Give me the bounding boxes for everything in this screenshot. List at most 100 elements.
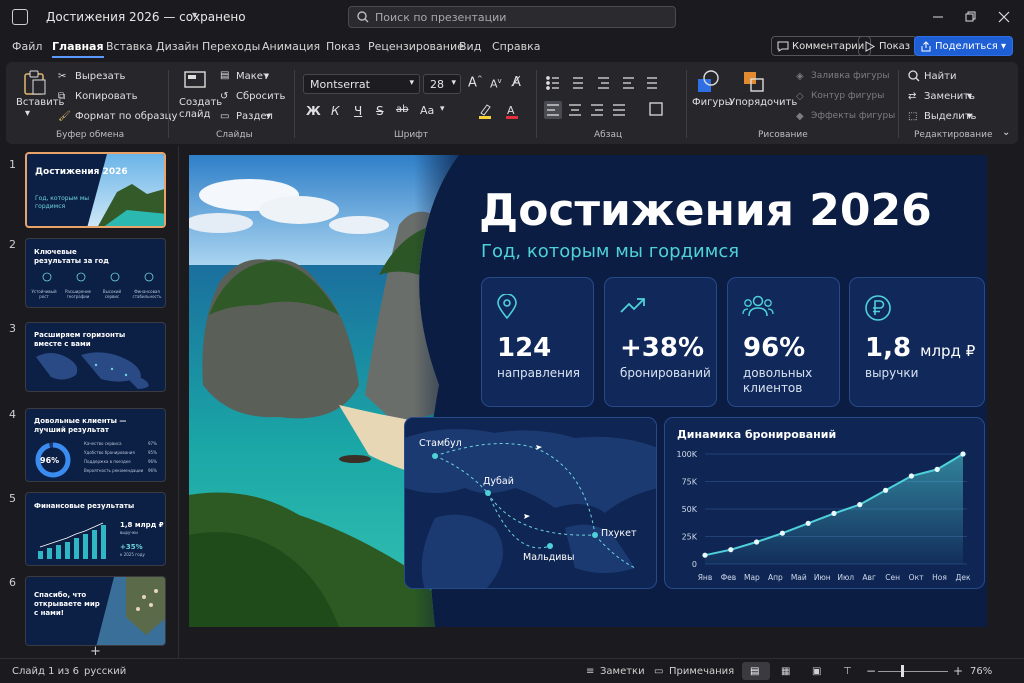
zoom-slider-handle[interactable] bbox=[901, 665, 904, 677]
find-icon bbox=[908, 70, 920, 82]
cut-button[interactable]: Вырезать bbox=[75, 71, 125, 82]
font-color-icon[interactable]: A bbox=[505, 103, 519, 119]
slide-subtitle[interactable]: Год, которым мы гордимся bbox=[481, 241, 739, 262]
stat-value: 124 bbox=[497, 333, 552, 363]
menu-design[interactable]: Дизайн bbox=[156, 40, 199, 53]
paste-icon[interactable] bbox=[22, 70, 48, 96]
close-icon[interactable] bbox=[996, 9, 1012, 25]
search-input[interactable]: Поиск по презентации bbox=[348, 6, 676, 28]
minimize-icon[interactable] bbox=[930, 9, 946, 25]
strikethrough-button[interactable]: S bbox=[376, 104, 384, 118]
change-case-button[interactable]: Aa bbox=[420, 104, 434, 117]
thumb-donut-value: 96% bbox=[40, 456, 60, 465]
thumb-row-label: Поддержка в поездке bbox=[84, 459, 131, 464]
shape-fill-button[interactable]: Заливка фигуры bbox=[811, 71, 889, 81]
menu-home[interactable]: Главная bbox=[52, 40, 104, 58]
menu-help[interactable]: Справка bbox=[492, 40, 540, 53]
italic-button[interactable]: К bbox=[331, 104, 340, 118]
thumbnail-slide-2[interactable]: Ключевые результаты за год Устойчивый ро… bbox=[25, 238, 166, 308]
zoom-out-button[interactable]: − bbox=[866, 664, 876, 678]
share-button[interactable]: Поделиться ▾ bbox=[914, 36, 1014, 56]
comments-status-button[interactable]: Примечания bbox=[669, 666, 734, 677]
restore-icon[interactable] bbox=[962, 9, 978, 25]
x-tick-label: Июл bbox=[837, 573, 854, 582]
menu-slideshow[interactable]: Показ bbox=[326, 40, 360, 53]
section-icon: ▭ bbox=[220, 111, 230, 122]
add-slide-icon[interactable]: + bbox=[90, 644, 101, 659]
thumb-item: Высокий сервис bbox=[102, 289, 122, 299]
format-painter-icon: 🖌 bbox=[58, 111, 71, 122]
thumbnail-slide-1[interactable]: Достижения 2026 Год, которым мы гордимся bbox=[25, 152, 166, 228]
reading-view-icon[interactable]: ▣ bbox=[812, 666, 821, 677]
format-painter-button[interactable]: Формат по образцу bbox=[75, 111, 177, 122]
slideshow-view-icon[interactable]: ⊤ bbox=[843, 666, 852, 677]
thumbnail-slide-5[interactable]: Финансовые результаты 1,8 млрд ₽ выручки… bbox=[25, 492, 166, 566]
x-tick-label: Сен bbox=[885, 573, 900, 582]
clear-format-icon[interactable]: A̸ bbox=[512, 75, 521, 90]
bold-button[interactable]: Ж bbox=[306, 104, 321, 118]
shapes-button[interactable]: Фигуры bbox=[692, 97, 733, 108]
slide-sorter-icon[interactable]: ▦ bbox=[781, 666, 790, 677]
char-spacing-button[interactable]: ab bbox=[396, 104, 408, 115]
stat-label: довольных клиентов bbox=[743, 366, 813, 395]
find-button[interactable]: Найти bbox=[924, 71, 956, 82]
zoom-in-button[interactable]: + bbox=[953, 664, 963, 678]
font-size-select[interactable]: 28 ▾ bbox=[423, 74, 461, 94]
zoom-slider[interactable] bbox=[878, 671, 948, 672]
comments-button[interactable]: Комментарии bbox=[771, 36, 872, 56]
stat-value: +38% bbox=[620, 333, 705, 363]
bookings-area-chart: 0 25K 50K 75K 100K Янв Фев Мар Апр Май Июн Июл Авг Се… bbox=[676, 450, 970, 582]
shape-outline-button[interactable]: Контур фигуры bbox=[811, 91, 884, 101]
thumbnail-slide-3[interactable]: Расширяем горизонты вместе с вами bbox=[25, 322, 166, 392]
new-slide-icon[interactable] bbox=[183, 70, 207, 92]
x-tick-label: Фев bbox=[721, 573, 737, 582]
bookings-chart-panel[interactable]: Динамика бронирований 0 25K 50K 75K 100K Янв Ф… bbox=[664, 417, 985, 589]
menu-insert[interactable]: Вставка bbox=[106, 40, 153, 53]
title-bar: Достижения 2026 — сохранено ▾ Поиск по п… bbox=[0, 0, 1024, 34]
y-tick-label: 75K bbox=[682, 478, 698, 487]
shrink-font-icon[interactable]: Av bbox=[490, 77, 502, 91]
new-slide-button[interactable]: Создать слайд bbox=[179, 97, 222, 121]
thumb-revenue-label: выручки bbox=[120, 530, 138, 535]
stat-card-revenue[interactable]: 1,8 млрд ₽ выручки bbox=[849, 277, 985, 407]
thumbnail-slide-6[interactable]: Спасибо, что открываете мир с нами! bbox=[25, 576, 166, 646]
underline-button[interactable]: Ч bbox=[354, 104, 362, 118]
comments-label: Комментарии bbox=[792, 41, 865, 52]
slideshow-button[interactable]: Показ bbox=[858, 36, 918, 56]
thumbnail-slide-4[interactable]: Довольные клиенты — лучший результат 96%… bbox=[25, 408, 166, 482]
grow-font-icon[interactable]: A^ bbox=[468, 75, 483, 90]
stat-card-satisfaction[interactable]: 96% довольных клиентов bbox=[727, 277, 840, 407]
share-icon bbox=[921, 41, 931, 52]
notes-button[interactable]: Заметки bbox=[600, 666, 645, 677]
menu-file[interactable]: Файл bbox=[12, 40, 42, 53]
paragraph-tools[interactable] bbox=[543, 74, 683, 122]
data-point bbox=[728, 547, 734, 553]
menu-transitions[interactable]: Переходы bbox=[202, 40, 260, 53]
zoom-level[interactable]: 76% bbox=[970, 666, 992, 677]
chevron-down-icon[interactable]: ▾ bbox=[192, 10, 197, 21]
language-indicator[interactable]: русский bbox=[84, 666, 126, 677]
copy-icon: ⧉ bbox=[58, 91, 66, 102]
highlight-icon[interactable] bbox=[478, 103, 492, 119]
stat-card-bookings[interactable]: +38% бронирований bbox=[604, 277, 717, 407]
shape-effects-button[interactable]: Эффекты фигуры bbox=[811, 111, 895, 121]
slide-title[interactable]: Достижения 2026 bbox=[479, 185, 932, 236]
font-family-select[interactable]: Montserrat ▾ bbox=[303, 74, 420, 94]
menu-view[interactable]: Вид bbox=[459, 40, 481, 53]
slide-canvas[interactable]: Достижения 2026 Год, которым мы гордимся… bbox=[189, 155, 987, 627]
thumb-growth-value: +35% bbox=[120, 543, 143, 551]
group-label-paragraph: Абзац bbox=[594, 130, 623, 140]
shapes-icon[interactable] bbox=[696, 70, 720, 94]
arrange-icon[interactable] bbox=[742, 70, 766, 94]
routes-map-panel[interactable]: Стамбул Дубай Пхукет Мальдивы bbox=[404, 417, 657, 589]
trend-up-icon bbox=[620, 298, 645, 313]
arrange-button[interactable]: Упорядочить bbox=[729, 97, 797, 108]
ruble-icon bbox=[865, 295, 891, 321]
reset-button[interactable]: Сбросить bbox=[236, 91, 285, 102]
collapse-ribbon-icon[interactable]: ⌄ bbox=[1002, 127, 1010, 138]
presentation-icon[interactable] bbox=[12, 9, 28, 25]
stat-card-destinations[interactable]: 124 направления bbox=[481, 277, 594, 407]
menu-animation[interactable]: Анимация bbox=[262, 40, 320, 53]
copy-button[interactable]: Копировать bbox=[75, 91, 137, 102]
menu-review[interactable]: Рецензирование bbox=[368, 40, 464, 53]
